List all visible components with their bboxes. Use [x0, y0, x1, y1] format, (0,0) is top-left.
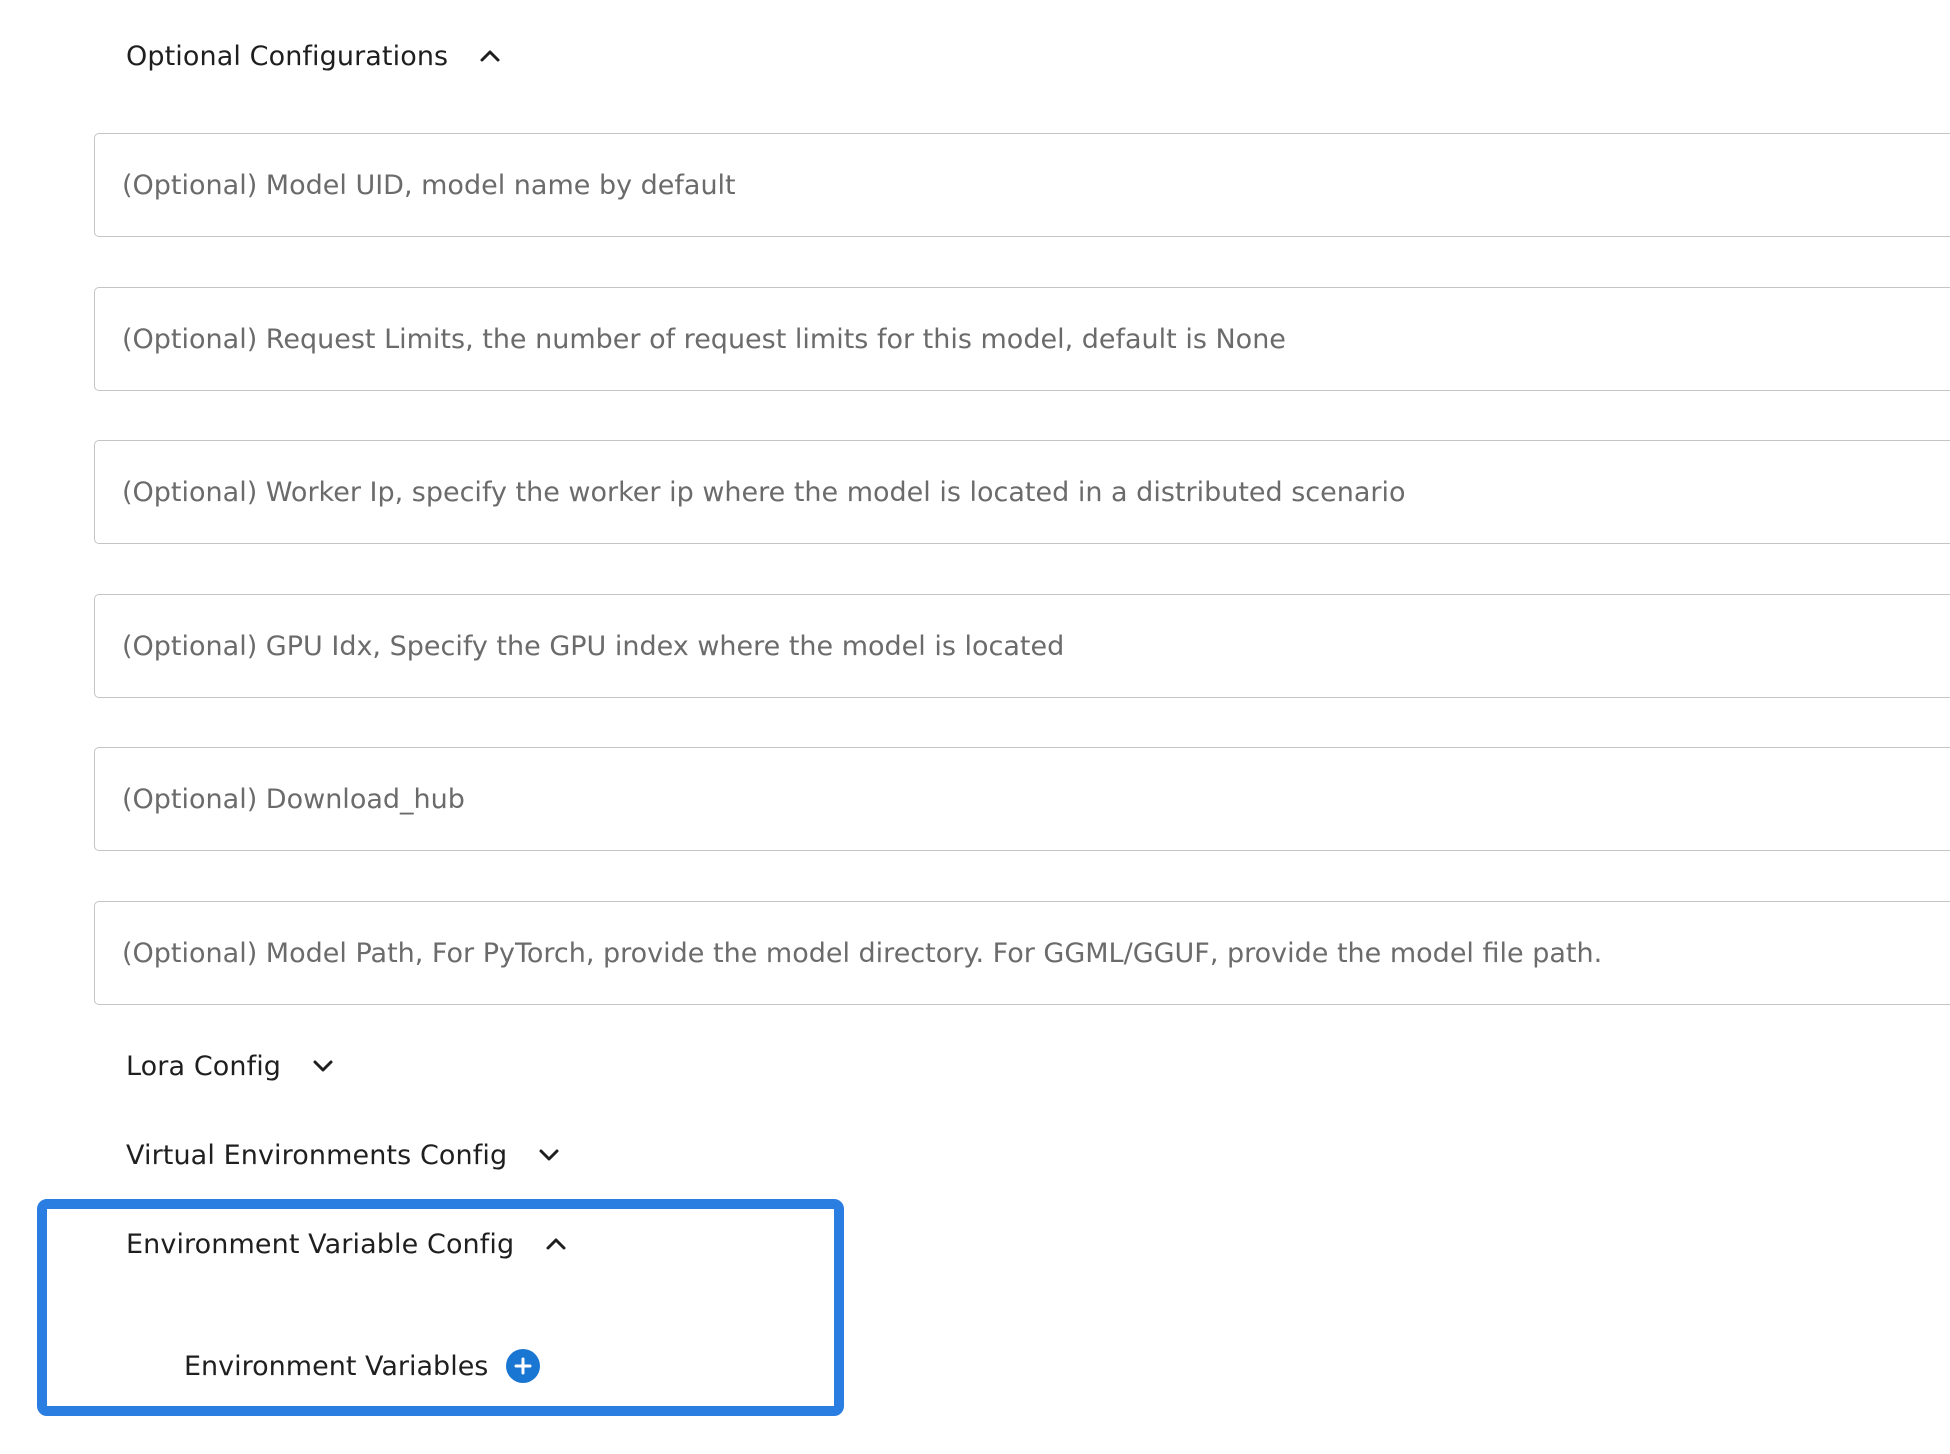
model-path-field-container	[94, 901, 1950, 1005]
download-hub-field-container	[94, 747, 1950, 851]
gpu-idx-input[interactable]	[95, 595, 1950, 697]
request-limits-field-container	[94, 287, 1950, 391]
worker-ip-field-container	[94, 440, 1950, 544]
model-uid-input[interactable]	[95, 134, 1950, 236]
chevron-down-icon	[309, 1052, 337, 1080]
worker-ip-input[interactable]	[95, 441, 1950, 543]
model-uid-field-container	[94, 133, 1950, 237]
virtual-env-config-label: Virtual Environments Config	[126, 1139, 508, 1171]
lora-config-label: Lora Config	[126, 1050, 282, 1082]
chevron-up-icon	[476, 42, 504, 70]
request-limits-input[interactable]	[95, 288, 1950, 390]
env-variable-config-toggle[interactable]: Environment Variable Config	[126, 1224, 570, 1264]
model-path-input[interactable]	[95, 902, 1950, 1004]
chevron-down-icon	[535, 1141, 563, 1169]
download-hub-input[interactable]	[95, 748, 1950, 850]
optional-configurations-toggle[interactable]: Optional Configurations	[126, 36, 504, 76]
gpu-idx-field-container	[94, 594, 1950, 698]
environment-variables-label: Environment Variables	[184, 1350, 489, 1382]
env-variable-config-label: Environment Variable Config	[126, 1228, 515, 1260]
lora-config-toggle[interactable]: Lora Config	[126, 1046, 337, 1086]
chevron-up-icon	[542, 1230, 570, 1258]
add-circle-icon[interactable]	[506, 1349, 541, 1383]
virtual-env-config-toggle[interactable]: Virtual Environments Config	[126, 1135, 563, 1175]
optional-configurations-label: Optional Configurations	[126, 40, 449, 72]
environment-variables-row: Environment Variables	[184, 1346, 541, 1386]
